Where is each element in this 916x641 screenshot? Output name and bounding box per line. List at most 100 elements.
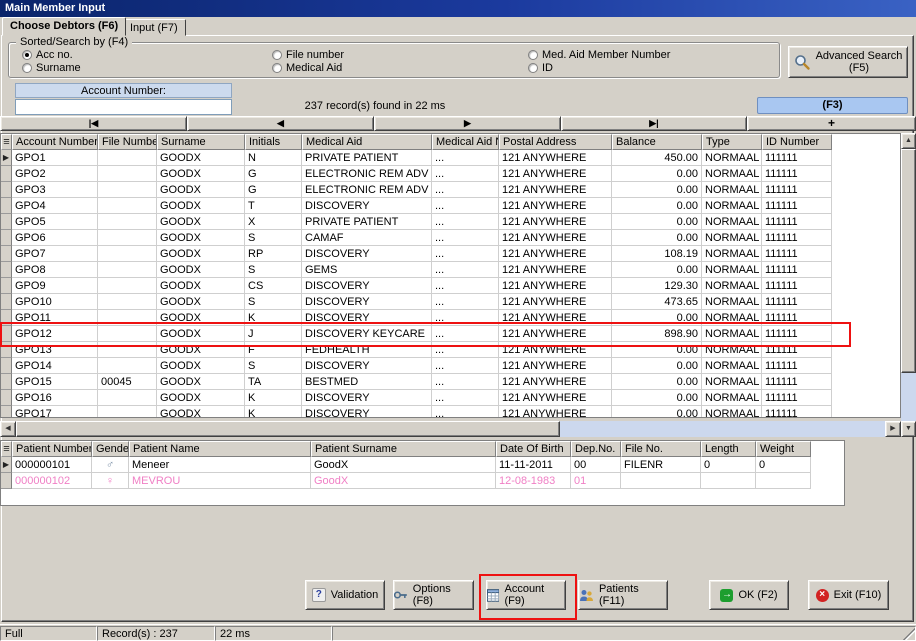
debtor-cell[interactable]: 121 ANYWHERE [499, 214, 612, 230]
debtor-cell[interactable]: NORMAAL [702, 182, 762, 198]
nav-last-button[interactable]: ▶| [561, 116, 747, 131]
debtor-cell[interactable]: GOODX [157, 246, 245, 262]
tab-choose-debtors[interactable]: Choose Debtors (F6) [2, 17, 126, 36]
debtor-cell[interactable]: ... [432, 358, 499, 374]
patient-row[interactable]: ▶000000101♂MeneerGoodX11-11-201100FILENR… [1, 457, 811, 473]
debtor-cell[interactable]: GOODX [157, 406, 245, 418]
debtor-cell[interactable]: 111111 [762, 262, 832, 278]
debtor-cell[interactable]: GPO10 [12, 294, 98, 310]
advanced-search-button[interactable]: Advanced Search (F5) [788, 46, 908, 78]
debtor-cell[interactable]: GPO16 [12, 390, 98, 406]
debtor-cell[interactable]: GOODX [157, 214, 245, 230]
options-button[interactable]: Options (F8) [393, 580, 474, 610]
debtor-cell[interactable]: GPO7 [12, 246, 98, 262]
debtor-cell[interactable]: GOODX [157, 262, 245, 278]
debtor-cell[interactable]: 111111 [762, 294, 832, 310]
debtor-cell[interactable] [98, 166, 157, 182]
debtor-cell[interactable] [98, 230, 157, 246]
debtor-cell[interactable]: 111111 [762, 390, 832, 406]
debtor-cell[interactable]: 121 ANYWHERE [499, 406, 612, 418]
debtor-cell[interactable]: GPO11 [12, 310, 98, 326]
debtor-cell[interactable]: GEMS [302, 262, 432, 278]
debtor-cell[interactable]: NORMAAL [702, 326, 762, 342]
debtor-column-header[interactable]: Medical Aid Nr [432, 134, 499, 150]
debtor-cell[interactable] [98, 278, 157, 294]
debtor-cell[interactable]: 111111 [762, 198, 832, 214]
debtor-cell[interactable]: FEDHEALTH [302, 342, 432, 358]
debtor-cell[interactable]: 111111 [762, 374, 832, 390]
debtor-cell[interactable]: GPO1 [12, 150, 98, 166]
f3-button[interactable]: (F3) [757, 97, 908, 114]
debtor-cell[interactable]: X [245, 214, 302, 230]
nav-first-button[interactable]: |◀ [0, 116, 187, 131]
debtor-cell[interactable]: DISCOVERY [302, 358, 432, 374]
debtor-cell[interactable]: 0.00 [612, 262, 702, 278]
debtor-cell[interactable]: TA [245, 374, 302, 390]
debtor-cell[interactable]: GOODX [157, 278, 245, 294]
debtor-cell[interactable]: ... [432, 246, 499, 262]
debtor-cell[interactable]: 121 ANYWHERE [499, 166, 612, 182]
debtor-column-header[interactable]: File Number [98, 134, 157, 150]
debtor-cell[interactable]: GOODX [157, 294, 245, 310]
debtor-cell[interactable]: T [245, 198, 302, 214]
patient-column-header[interactable]: Date Of Birth [496, 441, 571, 457]
debtor-cell[interactable]: 121 ANYWHERE [499, 390, 612, 406]
debtor-cell[interactable]: 121 ANYWHERE [499, 230, 612, 246]
debtor-cell[interactable]: 0.00 [612, 390, 702, 406]
debtor-cell[interactable]: J [245, 326, 302, 342]
debtor-cell[interactable]: 111111 [762, 246, 832, 262]
patient-column-header[interactable]: Patient Name [129, 441, 311, 457]
debtor-cell[interactable]: DISCOVERY [302, 246, 432, 262]
debtor-cell[interactable]: GOODX [157, 150, 245, 166]
debtor-column-header[interactable]: Postal Address [499, 134, 612, 150]
debtor-column-header[interactable]: Medical Aid [302, 134, 432, 150]
debtor-cell[interactable]: 111111 [762, 150, 832, 166]
debtor-cell[interactable]: 121 ANYWHERE [499, 198, 612, 214]
debtor-cell[interactable]: 0.00 [612, 342, 702, 358]
debtor-cell[interactable]: DISCOVERY [302, 406, 432, 418]
patient-row[interactable]: 000000102♀MEVROUGoodX12-08-198301 [1, 473, 811, 489]
patient-column-header[interactable]: Gender [92, 441, 129, 457]
debtor-cell[interactable]: RP [245, 246, 302, 262]
patient-cell[interactable]: GoodX [311, 473, 496, 489]
patient-cell[interactable]: 0 [701, 457, 756, 473]
debtor-cell[interactable]: NORMAAL [702, 294, 762, 310]
radio-id[interactable]: ID [528, 62, 553, 74]
debtor-cell[interactable]: 473.65 [612, 294, 702, 310]
debtor-cell[interactable]: NORMAAL [702, 342, 762, 358]
debtor-row[interactable]: GPO5GOODXXPRIVATE PATIENT...121 ANYWHERE… [1, 214, 832, 230]
debtor-cell[interactable]: BESTMED [302, 374, 432, 390]
debtor-cell[interactable]: 0.00 [612, 198, 702, 214]
radio-medical-aid[interactable]: Medical Aid [272, 62, 342, 74]
radio-med-aid-member-number[interactable]: Med. Aid Member Number [528, 49, 670, 61]
debtor-cell[interactable]: S [245, 262, 302, 278]
debtor-cell[interactable]: 121 ANYWHERE [499, 262, 612, 278]
debtor-cell[interactable]: GOODX [157, 374, 245, 390]
debtor-cell[interactable]: ... [432, 390, 499, 406]
debtor-row[interactable]: GPO4GOODXTDISCOVERY...121 ANYWHERE0.00NO… [1, 198, 832, 214]
debtor-cell[interactable]: GOODX [157, 198, 245, 214]
debtor-cell[interactable]: NORMAAL [702, 390, 762, 406]
patient-cell[interactable]: GoodX [311, 457, 496, 473]
scroll-left-icon[interactable]: ◀ [0, 421, 16, 437]
debtor-cell[interactable]: 450.00 [612, 150, 702, 166]
patient-cell[interactable]: FILENR [621, 457, 701, 473]
debtor-cell[interactable] [98, 214, 157, 230]
debtor-cell[interactable]: NORMAAL [702, 246, 762, 262]
patient-cell[interactable]: 01 [571, 473, 621, 489]
patient-cell[interactable]: Meneer [129, 457, 311, 473]
debtor-cell[interactable] [98, 326, 157, 342]
debtor-row[interactable]: GPO12GOODXJDISCOVERY KEYCARE...121 ANYWH… [1, 326, 832, 342]
debtor-cell[interactable]: PRIVATE PATIENT [302, 214, 432, 230]
debtor-cell[interactable]: 111111 [762, 278, 832, 294]
debtor-cell[interactable]: DISCOVERY [302, 310, 432, 326]
debtor-column-header[interactable]: Initials [245, 134, 302, 150]
debtor-cell[interactable] [98, 390, 157, 406]
scroll-up-icon[interactable]: ▲ [901, 133, 916, 149]
debtor-row[interactable]: GPO10GOODXSDISCOVERY...121 ANYWHERE473.6… [1, 294, 832, 310]
debtor-cell[interactable]: NORMAAL [702, 374, 762, 390]
radio-acc-no[interactable]: Acc no. [22, 49, 73, 61]
debtor-cell[interactable]: ... [432, 214, 499, 230]
debtor-cell[interactable]: GOODX [157, 342, 245, 358]
patient-cell[interactable]: 000000102 [12, 473, 92, 489]
